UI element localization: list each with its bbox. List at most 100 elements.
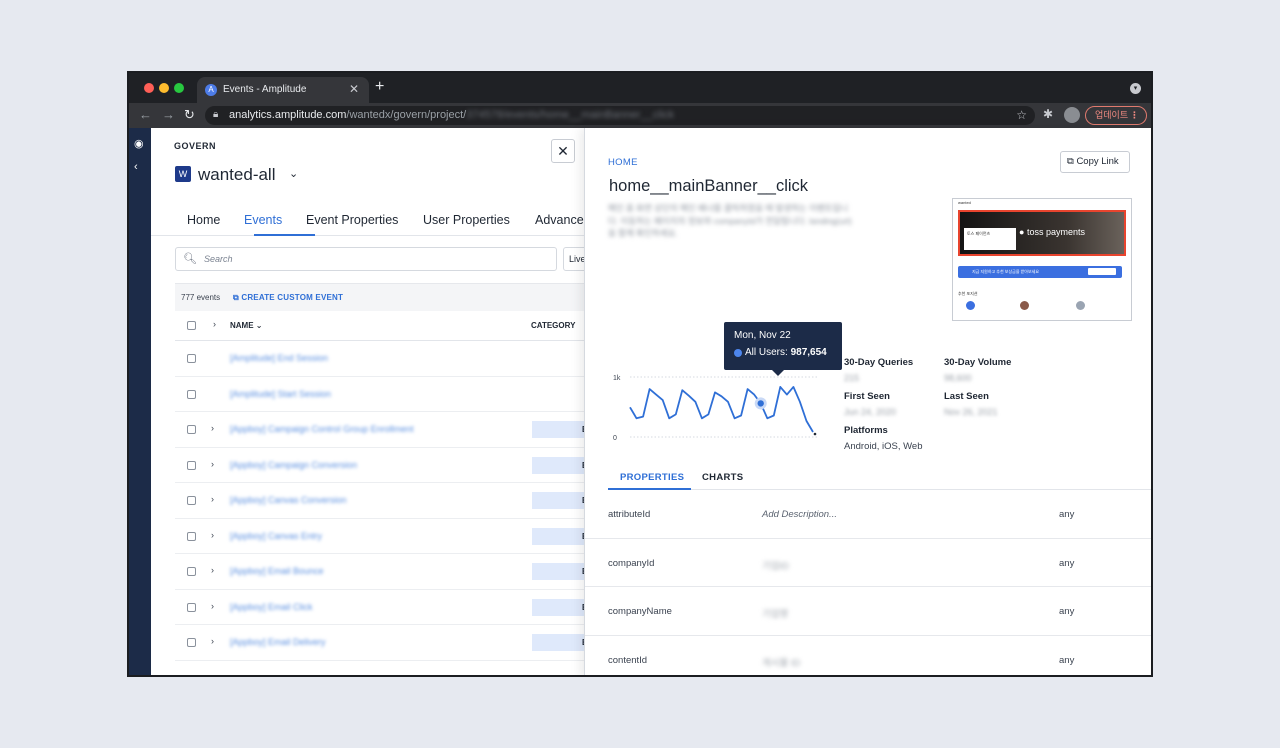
table-row[interactable]: › [Appboy] Email Delivery Bl [175, 625, 605, 661]
tab-charts[interactable]: CHARTS [702, 472, 743, 483]
event-name[interactable]: [Appboy] Canvas Entry [230, 531, 322, 541]
event-description[interactable]: 메인 홈 화면 상단의 메인 배너를 클릭하였을 때 발생하는 이벤트입니다. … [608, 202, 853, 240]
row-checkbox[interactable] [187, 354, 196, 363]
series-line[interactable] [629, 386, 814, 433]
property-description[interactable]: 기업ID [762, 558, 789, 572]
event-volume-chart[interactable]: 0 1k [608, 365, 823, 445]
category-pill[interactable]: Bl [532, 421, 592, 438]
property-description[interactable]: 기업명 [762, 606, 788, 620]
close-window-button[interactable] [144, 83, 154, 93]
tab-properties[interactable]: PROPERTIES [620, 472, 684, 483]
event-screenshot-thumbnail[interactable]: wanted 토스 페이먼츠 ● toss payments 지금 지원하고 추… [952, 198, 1132, 321]
minimize-window-button[interactable] [159, 83, 169, 93]
expand-row-icon[interactable]: › [211, 601, 214, 611]
category-pill[interactable]: Bl [532, 527, 592, 545]
expand-row-icon[interactable]: › [211, 530, 214, 540]
tab-close-icon[interactable]: ✕ [349, 82, 359, 96]
table-header: › NAME ⌄ CATEGORY [175, 311, 605, 341]
more-menu-icon[interactable]: ⋮ [1130, 107, 1139, 124]
maximize-window-button[interactable] [174, 83, 184, 93]
category-pill[interactable]: Bl [532, 634, 592, 651]
expand-row-icon[interactable]: › [211, 494, 214, 504]
row-checkbox[interactable] [187, 425, 196, 434]
create-custom-event-button[interactable]: ⧉ CREATE CUSTOM EVENT [233, 293, 343, 303]
last-seen-value: Nov 26, 2021 [944, 407, 998, 417]
row-checkbox[interactable] [187, 389, 196, 399]
tab-search-icon[interactable]: ▾ [1130, 83, 1141, 94]
event-name[interactable]: [Appboy] Email Click [230, 602, 313, 612]
select-all-checkbox[interactable] [187, 321, 196, 330]
table-row[interactable]: › [Appboy] Canvas Conversion Bl [175, 483, 605, 519]
event-name[interactable]: [Appboy] Email Delivery [230, 637, 326, 647]
event-name[interactable]: [Appboy] Campaign Conversion [230, 460, 357, 470]
tab-events[interactable]: Events [244, 213, 282, 227]
profile-avatar[interactable] [1064, 107, 1080, 123]
category-pill[interactable]: Bl [532, 492, 592, 509]
copy-link-button[interactable]: ⧉ Copy Link [1060, 151, 1130, 173]
event-name[interactable]: [Appboy] Campaign Control Group Enrollme… [230, 424, 414, 434]
amplitude-logo-icon[interactable]: ◉ [134, 137, 144, 150]
row-checkbox[interactable] [187, 531, 196, 541]
property-description[interactable]: 게시물 ID [762, 655, 800, 669]
extensions-puzzle-icon[interactable]: ✱ [1043, 107, 1053, 121]
event-name[interactable]: [Amplitude] End Session [230, 353, 328, 363]
property-type[interactable]: any [1059, 655, 1074, 666]
breadcrumb[interactable]: HOME [608, 157, 638, 168]
category-pill[interactable]: Bl [532, 598, 592, 616]
table-row[interactable]: [Amplitude] End Session [175, 341, 605, 377]
row-checkbox[interactable] [187, 460, 196, 470]
tab-home[interactable]: Home [187, 213, 220, 227]
table-row[interactable]: › [Appboy] Campaign Conversion Bl [175, 448, 605, 483]
property-row[interactable]: contentId 게시물 ID any [585, 636, 1151, 676]
category-pill[interactable]: Bl [532, 563, 592, 580]
bookmark-star-icon[interactable]: ☆ [1016, 108, 1027, 122]
table-row[interactable]: › [Appboy] Canvas Entry Bl [175, 519, 605, 554]
search-input[interactable]: 🔍︎ Search [175, 247, 557, 271]
event-name[interactable]: [Appboy] Canvas Conversion [230, 495, 347, 505]
column-category-header[interactable]: CATEGORY [531, 321, 575, 330]
table-row[interactable]: › [Appboy] Email Bounce Bl [175, 554, 605, 590]
org-name[interactable]: wanted-all [198, 165, 276, 185]
tab-event-properties[interactable]: Event Properties [306, 213, 398, 227]
table-row[interactable]: › [Appboy] Email Click Bl [175, 590, 605, 625]
property-row[interactable]: attributeId Add Description... any [585, 490, 1151, 539]
event-name[interactable]: [Amplitude] Start Session [230, 389, 331, 399]
forward-arrow-icon[interactable]: → [162, 107, 175, 122]
row-checkbox[interactable] [187, 567, 196, 576]
update-button[interactable]: 업데이트 ⋮ [1085, 106, 1147, 125]
highlight-point[interactable] [757, 400, 764, 407]
expand-row-icon[interactable]: › [211, 459, 214, 469]
close-panel-button[interactable]: ✕ [551, 139, 575, 163]
property-row[interactable]: companyName 기업명 any [585, 587, 1151, 636]
expand-row-icon[interactable]: › [211, 565, 214, 575]
thumb-avatar [1020, 301, 1029, 310]
browser-tab[interactable]: A Events - Amplitude ✕ [197, 77, 369, 103]
expand-all-icon[interactable]: › [213, 319, 216, 329]
property-type[interactable]: any [1059, 509, 1074, 520]
collapse-chevron-icon[interactable]: ‹ [134, 161, 138, 173]
row-checkbox[interactable] [187, 602, 196, 612]
property-description[interactable]: Add Description... [762, 509, 837, 520]
new-tab-button[interactable]: + [375, 78, 384, 96]
row-checkbox[interactable] [187, 638, 196, 647]
thumb-bar-text: 지금 지원하고 추천 보상금을 받아보세요 [972, 269, 1040, 274]
row-checkbox[interactable] [187, 496, 196, 505]
expand-row-icon[interactable]: › [211, 636, 214, 646]
property-type[interactable]: any [1059, 558, 1074, 569]
property-type[interactable]: any [1059, 606, 1074, 617]
chevron-down-icon[interactable]: ⌄ [289, 167, 298, 180]
first-seen-value: Jun 24, 2020 [844, 407, 897, 417]
table-row[interactable]: › [Appboy] Campaign Control Group Enrollm… [175, 412, 605, 448]
tab-advanced[interactable]: Advance [535, 213, 584, 227]
column-name-header[interactable]: NAME ⌄ [230, 321, 263, 330]
category-pill[interactable]: Bl [532, 456, 592, 474]
tab-user-properties[interactable]: User Properties [423, 213, 510, 227]
back-arrow-icon[interactable]: ← [139, 107, 152, 122]
event-name[interactable]: [Appboy] Email Bounce [230, 566, 324, 576]
address-bar[interactable]: 🔒︎ analytics.amplitude.com/wantedx/gover… [205, 106, 1035, 125]
table-row[interactable]: [Amplitude] Start Session [175, 377, 605, 412]
reload-icon[interactable]: ↻ [184, 107, 195, 123]
expand-row-icon[interactable]: › [211, 423, 214, 433]
property-name: companyId [608, 557, 655, 569]
property-row[interactable]: companyId 기업ID any [585, 539, 1151, 587]
